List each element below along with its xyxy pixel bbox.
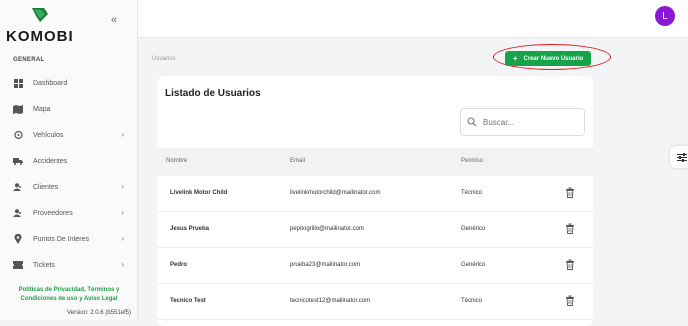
search-icon	[467, 117, 477, 127]
sidebar-item-label: Proveedores	[33, 209, 73, 217]
chevron-right-icon: ›	[121, 234, 124, 243]
sidebar-item-tickets[interactable]: Tickets ›	[0, 252, 138, 278]
chevron-right-icon: ›	[121, 260, 124, 269]
column-header-email[interactable]: Email	[290, 158, 305, 164]
users-icon	[13, 208, 23, 218]
user-permission: Genérico	[461, 226, 486, 232]
logo-text: KOMOBI	[6, 28, 74, 45]
vehicle-icon	[13, 130, 23, 140]
sidebar-item-label: Accidentes	[33, 157, 68, 165]
sidebar-item-dashboard[interactable]: Dashboard	[0, 70, 138, 96]
user-email: prueba23@mailinator.com	[290, 262, 361, 268]
sidebar-nav: Dashboard Mapa Vehículos › Accidentes Cl…	[0, 70, 138, 278]
table-row[interactable]: Pedro prueba23@mailinator.com Genérico	[157, 248, 593, 284]
users-icon	[13, 182, 23, 192]
sidebar-item-label: Clientes	[33, 183, 59, 191]
user-email: livelinkmotorchild@mailinator.com	[290, 190, 381, 196]
sidebar-item-vehiculos[interactable]: Vehículos ›	[0, 122, 138, 148]
sidebar-item-label: Vehículos	[33, 131, 64, 139]
column-header-nombre[interactable]: Nombre	[166, 158, 187, 164]
table-row[interactable]: Livelink Motor Child livelinkmotorchild@…	[157, 176, 593, 212]
location-pin-icon	[13, 234, 23, 244]
search-box[interactable]	[460, 108, 585, 136]
search-input[interactable]	[483, 117, 573, 127]
user-permission: Genérico	[461, 262, 486, 268]
trash-icon[interactable]	[565, 223, 575, 234]
sidebar-item-label: Puntos De Interes	[33, 235, 90, 243]
sliders-icon	[677, 152, 687, 162]
sidebar-item-proveedores[interactable]: Proveedores ›	[0, 200, 138, 226]
trash-icon[interactable]	[565, 295, 575, 306]
sidebar-item-mapa[interactable]: Mapa	[0, 96, 138, 122]
legal-links[interactable]: Políticas de Privacidad, Términos y Cond…	[0, 286, 138, 304]
breadcrumb: Usuarios	[152, 56, 176, 62]
table-row[interactable]: Tecnico Test tecnicotest12@mailinator.co…	[157, 284, 593, 320]
user-name: Livelink Motor Child	[170, 190, 228, 196]
table-header: Nombre Email Permiso	[157, 148, 593, 176]
sidebar-item-puntos-de-interes[interactable]: Puntos De Interes ›	[0, 226, 138, 252]
users-card: Listado de Usuarios Nombre Email Permiso…	[157, 76, 593, 326]
map-icon	[13, 104, 23, 114]
sidebar: KOMOBI « GENERAL Dashboard Mapa Vehículo…	[0, 0, 138, 320]
column-header-permiso[interactable]: Permiso	[461, 158, 483, 164]
user-permission: Técnico	[461, 298, 483, 304]
nav-section-title: GENERAL	[13, 57, 45, 63]
table-row[interactable]: Jesus Prueba pepitogrillo@mailinator.com…	[157, 212, 593, 248]
user-email: pepitogrillo@mailinator.com	[290, 226, 364, 232]
create-user-button-label: Crear Nuevo Usuario	[523, 55, 584, 62]
sidebar-item-label: Tickets	[33, 261, 55, 269]
trash-icon[interactable]	[565, 259, 575, 270]
create-user-button[interactable]: + Crear Nuevo Usuario	[505, 51, 591, 66]
avatar[interactable]: L	[655, 6, 675, 26]
user-name: Tecnico Test	[170, 298, 206, 304]
top-bar: L	[138, 0, 688, 38]
ticket-icon	[13, 260, 23, 270]
komobi-logo[interactable]: KOMOBI	[6, 6, 76, 45]
double-chevron-left-icon[interactable]: «	[111, 14, 117, 26]
plus-icon: +	[512, 54, 518, 63]
sidebar-item-accidentes[interactable]: Accidentes	[0, 148, 138, 174]
user-email: tecnicotest12@mailinator.com	[290, 298, 371, 304]
chevron-right-icon: ›	[121, 182, 124, 191]
truck-icon	[13, 156, 23, 166]
filter-panel-toggle[interactable]	[670, 146, 688, 168]
dashboard-icon	[13, 78, 23, 88]
chevron-right-icon: ›	[121, 130, 124, 139]
chevron-right-icon: ›	[121, 208, 124, 217]
user-permission: Técnico	[461, 190, 483, 196]
user-name: Pedro	[170, 262, 188, 268]
logo-leaf-icon	[32, 8, 48, 22]
trash-icon[interactable]	[565, 187, 575, 198]
page-title: Listado de Usuarios	[165, 88, 261, 99]
user-name: Jesus Prueba	[170, 226, 210, 232]
sidebar-item-label: Dashboard	[33, 79, 68, 87]
sidebar-item-label: Mapa	[33, 105, 51, 113]
version-text: Version: 2.0.6 (b551ef5)	[66, 310, 131, 316]
sidebar-item-clientes[interactable]: Clientes ›	[0, 174, 138, 200]
